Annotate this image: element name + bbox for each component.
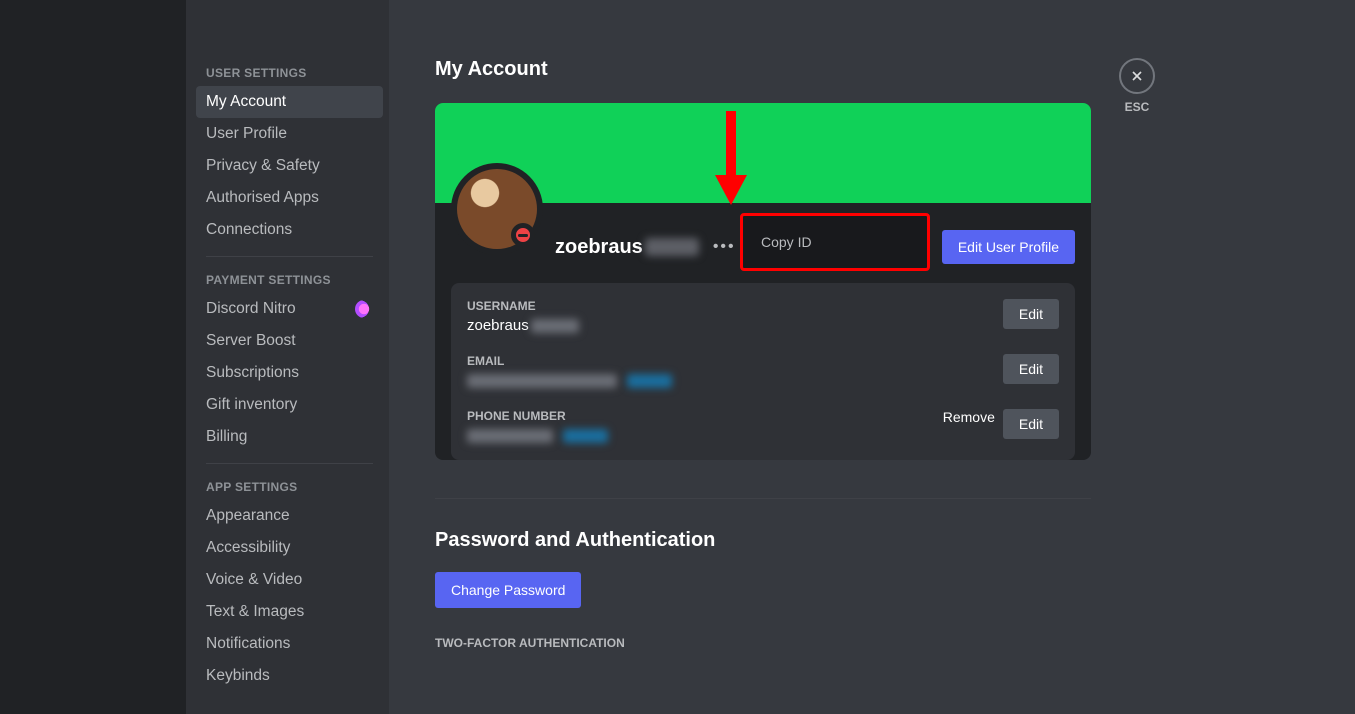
close-label: ESC <box>1125 100 1150 114</box>
sidebar-item-accessibility[interactable]: Accessibility <box>196 532 383 564</box>
field-label: EMAIL <box>467 354 995 368</box>
sidebar-item-label: User Profile <box>206 125 287 143</box>
sidebar-item-appearance[interactable]: Appearance <box>196 500 383 532</box>
status-dnd-icon <box>511 223 535 247</box>
sidebar-item-label: Voice & Video <box>206 571 302 589</box>
avatar-container[interactable] <box>451 163 543 255</box>
edit-username-button[interactable]: Edit <box>1003 299 1059 329</box>
redacted <box>467 374 617 388</box>
sidebar-item-label: Billing <box>206 428 247 446</box>
sidebar-item-label: My Account <box>206 93 286 111</box>
context-menu-item-label: Copy ID <box>761 234 812 250</box>
sidebar-item-user-profile[interactable]: User Profile <box>196 118 383 150</box>
field-value-username: zoebraus <box>467 317 995 334</box>
redacted <box>531 319 579 333</box>
sidebar-item-gift-inventory[interactable]: Gift inventory <box>196 389 383 421</box>
field-label: USERNAME <box>467 299 995 313</box>
sidebar-item-label: Authorised Apps <box>206 189 319 207</box>
main-content: ESC My Account zoebraus ••• Edit User Pr… <box>389 0 1355 714</box>
sidebar-item-connections[interactable]: Connections <box>196 214 383 246</box>
section-header-payment: PAYMENT SETTINGS <box>196 267 383 293</box>
redacted <box>467 429 553 443</box>
sidebar-item-voice-video[interactable]: Voice & Video <box>196 564 383 596</box>
password-section-title: Password and Authentication <box>435 529 1315 552</box>
account-card: zoebraus ••• Edit User Profile Copy ID U… <box>435 103 1091 460</box>
close-icon <box>1119 58 1155 94</box>
sidebar-item-label: Appearance <box>206 507 290 525</box>
sidebar-item-label: Discord Nitro <box>206 300 296 318</box>
field-row-phone: PHONE NUMBER Remove Edit <box>467 409 1059 444</box>
change-password-button[interactable]: Change Password <box>435 572 581 608</box>
sidebar-item-authorised-apps[interactable]: Authorised Apps <box>196 182 383 214</box>
account-info-box: USERNAME zoebraus Edit EMAIL Edit <box>451 283 1075 460</box>
edit-email-button[interactable]: Edit <box>1003 354 1059 384</box>
close-button[interactable]: ESC <box>1119 58 1155 114</box>
sidebar-item-label: Privacy & Safety <box>206 157 320 175</box>
reveal-link[interactable] <box>627 374 672 388</box>
twofa-header: TWO-FACTOR AUTHENTICATION <box>435 636 1315 650</box>
sidebar-item-subscriptions[interactable]: Subscriptions <box>196 357 383 389</box>
settings-sidebar: USER SETTINGS My Account User Profile Pr… <box>186 0 389 714</box>
window-gutter <box>0 0 186 714</box>
sidebar-item-keybinds[interactable]: Keybinds <box>196 660 383 692</box>
edit-user-profile-button[interactable]: Edit User Profile <box>942 230 1075 264</box>
edit-phone-button[interactable]: Edit <box>1003 409 1059 439</box>
sidebar-item-label: Connections <box>206 221 292 239</box>
field-value-email <box>467 372 995 389</box>
sidebar-item-nitro[interactable]: Discord Nitro <box>196 293 383 325</box>
field-row-username: USERNAME zoebraus Edit <box>467 299 1059 334</box>
field-label: PHONE NUMBER <box>467 409 943 423</box>
remove-phone-button[interactable]: Remove <box>943 409 995 425</box>
divider <box>435 498 1091 499</box>
sidebar-item-billing[interactable]: Billing <box>196 421 383 453</box>
nitro-icon <box>355 300 373 318</box>
avatar <box>457 169 537 249</box>
sidebar-item-notifications[interactable]: Notifications <box>196 628 383 660</box>
sidebar-item-label: Subscriptions <box>206 364 299 382</box>
field-row-email: EMAIL Edit <box>467 354 1059 389</box>
sidebar-item-privacy[interactable]: Privacy & Safety <box>196 150 383 182</box>
divider <box>206 463 373 464</box>
sidebar-item-server-boost[interactable]: Server Boost <box>196 325 383 357</box>
divider <box>206 256 373 257</box>
section-header-user: USER SETTINGS <box>196 60 383 86</box>
sidebar-item-label: Text & Images <box>206 603 304 621</box>
page-title: My Account <box>435 58 1315 81</box>
sidebar-item-label: Notifications <box>206 635 290 653</box>
reveal-link[interactable] <box>563 429 608 443</box>
more-options-icon[interactable]: ••• <box>713 238 736 256</box>
sidebar-item-text-images[interactable]: Text & Images <box>196 596 383 628</box>
discriminator-redacted <box>645 238 699 256</box>
field-value-phone <box>467 427 943 444</box>
sidebar-item-label: Accessibility <box>206 539 290 557</box>
username-display: zoebraus <box>555 236 643 259</box>
context-menu-copy-id[interactable]: Copy ID <box>740 213 930 271</box>
sidebar-item-my-account[interactable]: My Account <box>196 86 383 118</box>
sidebar-item-label: Server Boost <box>206 332 296 350</box>
sidebar-item-label: Keybinds <box>206 667 270 685</box>
sidebar-item-label: Gift inventory <box>206 396 297 414</box>
section-header-app: APP SETTINGS <box>196 474 383 500</box>
